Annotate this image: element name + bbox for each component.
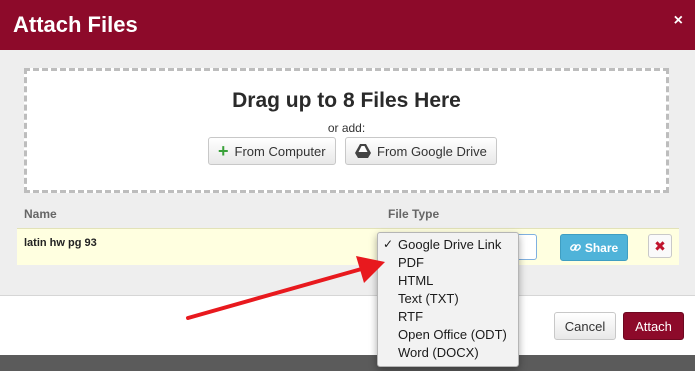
menu-item-word-docx[interactable]: Word (DOCX) [378, 344, 518, 362]
menu-item-label: HTML [398, 273, 434, 288]
menu-item-google-drive-link[interactable]: ✓ Google Drive Link [378, 236, 518, 254]
menu-item-label: Google Drive Link [398, 237, 502, 252]
from-google-drive-button[interactable]: From Google Drive [345, 137, 497, 165]
dialog-title: Attach Files [13, 12, 138, 37]
column-header-file-type: File Type [388, 207, 440, 221]
dropzone-subtext: or add: [327, 121, 366, 135]
checkmark-icon: ✓ [383, 237, 394, 251]
menu-item-label: PDF [398, 255, 424, 270]
menu-item-pdf[interactable]: PDF [378, 254, 518, 272]
column-header-name: Name [24, 207, 57, 221]
menu-item-label: Word (DOCX) [398, 345, 479, 360]
from-computer-button[interactable]: + From Computer [208, 137, 336, 165]
menu-item-label: Text (TXT) [398, 291, 459, 306]
delete-icon[interactable]: ✖ [648, 234, 672, 258]
close-icon[interactable]: × [674, 12, 683, 30]
attach-button[interactable]: Attach [623, 312, 684, 340]
attach-files-dialog: Attach Files × Drag up to 8 Files Here o… [0, 0, 695, 355]
link-icon [569, 242, 581, 253]
file-type-dropdown-menu: ✓ Google Drive Link PDF HTML Text (TXT) … [377, 232, 519, 367]
from-computer-label: From Computer [234, 143, 326, 159]
table-row: latin hw pg 93 Share ✖ [17, 228, 679, 265]
file-name: latin hw pg 93 [24, 237, 97, 249]
menu-item-label: Open Office (ODT) [398, 327, 507, 342]
files-table-header: Name File Type [17, 200, 679, 226]
dialog-header: Attach Files × [0, 0, 695, 50]
share-button[interactable]: Share [560, 234, 628, 261]
cancel-button[interactable]: Cancel [554, 312, 616, 340]
plus-icon: + [218, 141, 229, 161]
menu-item-rtf[interactable]: RTF [378, 308, 518, 326]
menu-item-html[interactable]: HTML [378, 272, 518, 290]
file-dropzone[interactable]: Drag up to 8 Files Here or add: + From C… [24, 68, 669, 193]
menu-item-open-office-odt[interactable]: Open Office (ODT) [378, 326, 518, 344]
menu-item-text-txt[interactable]: Text (TXT) [378, 290, 518, 308]
menu-item-label: RTF [398, 309, 424, 324]
google-drive-icon [355, 144, 371, 158]
from-google-drive-label: From Google Drive [377, 143, 487, 159]
dropzone-heading: Drag up to 8 Files Here [232, 89, 461, 112]
share-label: Share [584, 240, 619, 255]
